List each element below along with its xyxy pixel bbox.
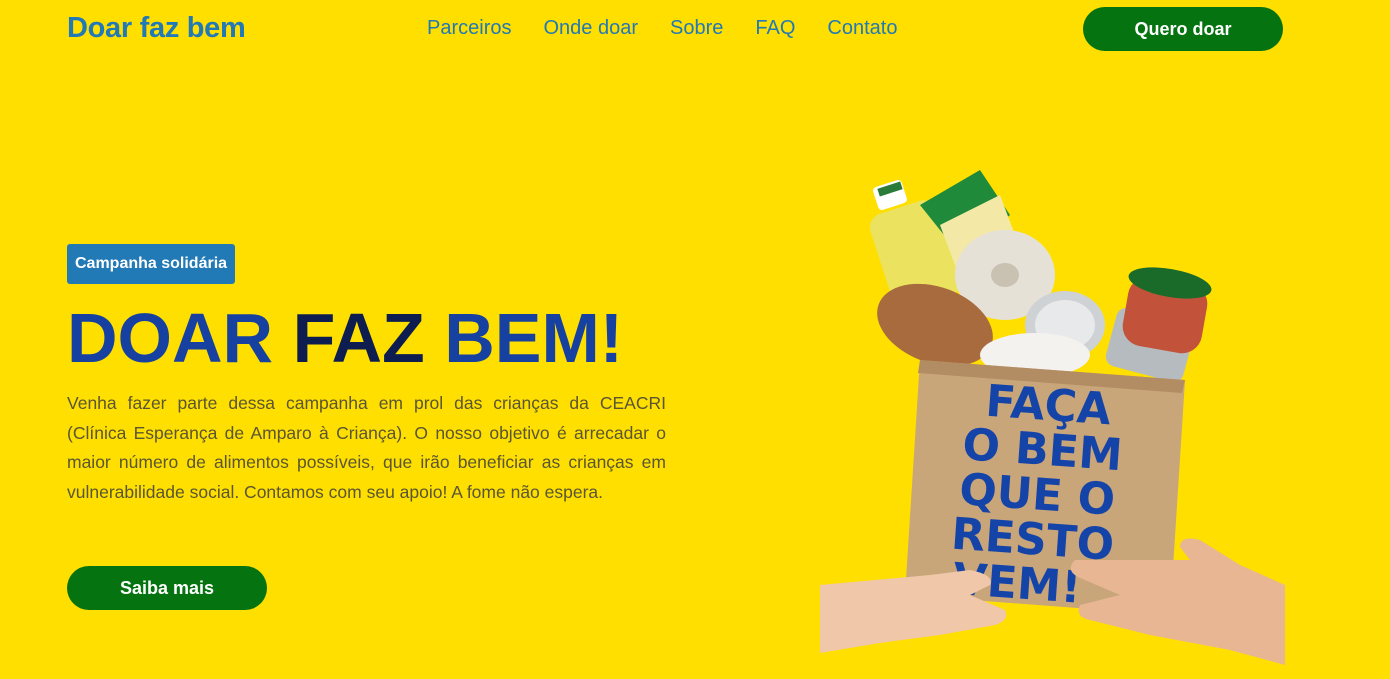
main-nav: Parceiros Onde doar Sobre FAQ Contato xyxy=(427,17,897,40)
saiba-mais-button[interactable]: Saiba mais xyxy=(67,566,267,610)
jar-icon xyxy=(1122,267,1212,354)
hero-description: Venha fazer parte dessa campanha em prol… xyxy=(67,393,666,502)
hero-title-part2: FAZ xyxy=(292,299,445,377)
nav-link-onde-doar[interactable]: Onde doar xyxy=(543,17,638,40)
nav-link-contato[interactable]: Contato xyxy=(827,17,897,40)
nav-link-parceiros[interactable]: Parceiros xyxy=(427,17,511,40)
nav-link-faq[interactable]: FAQ xyxy=(755,17,795,40)
hero-title-part3: BEM! xyxy=(444,299,624,377)
hero-title-part1: DOAR xyxy=(67,299,293,377)
donation-box-image: FAÇA O BEM QUE O RESTO VEM! xyxy=(820,170,1285,665)
nav-link-sobre[interactable]: Sobre xyxy=(670,17,723,40)
campaign-badge: Campanha solidária xyxy=(67,244,236,284)
site-logo[interactable]: Doar faz bem xyxy=(67,12,246,45)
hero-title: DOAR FAZ BEM! xyxy=(67,298,623,378)
quero-doar-button[interactable]: Quero doar xyxy=(1083,7,1283,51)
